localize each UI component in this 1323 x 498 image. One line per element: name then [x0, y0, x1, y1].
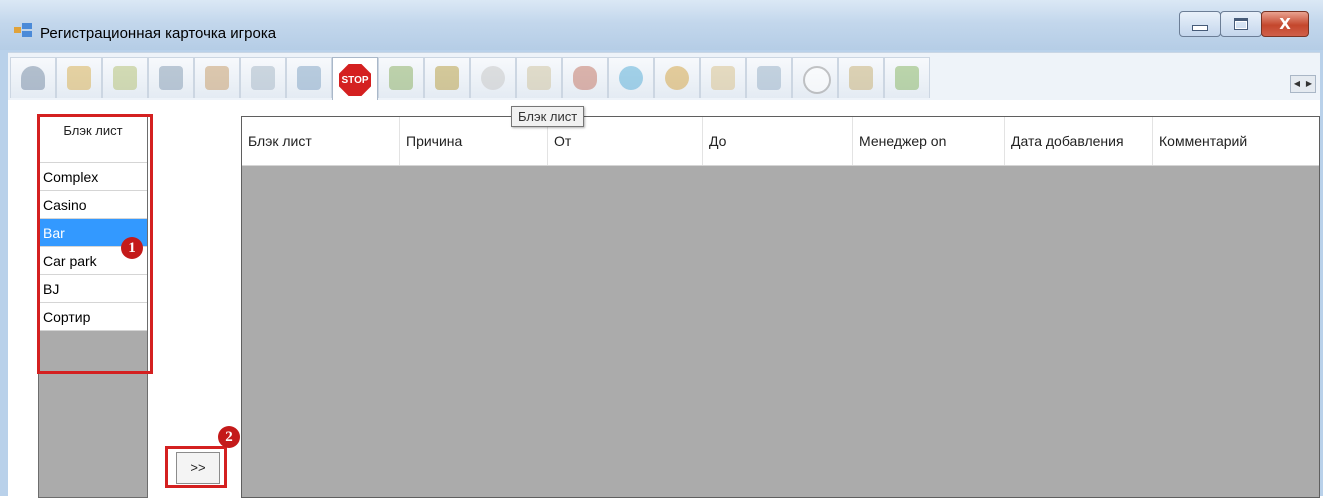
- highlight-box: [165, 446, 227, 488]
- lock-icon: [67, 66, 91, 90]
- column-header[interactable]: До: [703, 117, 853, 165]
- tab-blacklist[interactable]: STOP: [332, 57, 378, 100]
- title-bar[interactable]: Регистрационная карточка игрока X: [0, 0, 1323, 50]
- close-button[interactable]: X: [1261, 11, 1309, 37]
- card-icon: [159, 66, 183, 90]
- tab-document[interactable]: [194, 57, 240, 98]
- folder-icon: [251, 66, 275, 90]
- tab-more[interactable]: [884, 57, 930, 98]
- app-window-icon: [14, 23, 32, 37]
- calculator-icon: [619, 66, 643, 90]
- tab-clock[interactable]: [792, 57, 838, 98]
- step-badge: 2: [218, 426, 240, 448]
- pen-icon: [527, 66, 551, 90]
- tab-cigar[interactable]: [562, 57, 608, 98]
- document-icon: [205, 66, 229, 90]
- tab-chart[interactable]: [424, 57, 470, 98]
- column-header[interactable]: Дата добавления: [1005, 117, 1153, 165]
- tab-burger[interactable]: [654, 57, 700, 98]
- blacklist-grid[interactable]: Блэк лист Причина От До Менеджер on Дата…: [241, 116, 1320, 498]
- trophy-icon: [849, 66, 873, 90]
- tab-folder[interactable]: [240, 57, 286, 98]
- bag-icon: [711, 66, 735, 90]
- tab-lock[interactable]: [56, 57, 102, 98]
- step-badge: 1: [121, 237, 143, 259]
- tab-user[interactable]: [10, 57, 56, 98]
- app-window: Регистрационная карточка игрока X STOP ◀: [0, 0, 1323, 498]
- close-icon: X: [1279, 15, 1291, 33]
- column-header[interactable]: Блэк лист: [242, 117, 400, 165]
- files-icon: [757, 66, 781, 90]
- tab-bag[interactable]: [700, 57, 746, 98]
- maximize-icon: [1234, 18, 1248, 30]
- minimize-icon: [1192, 25, 1208, 31]
- scroll-left-icon[interactable]: ◀: [1291, 76, 1303, 92]
- tab-files[interactable]: [746, 57, 792, 98]
- column-header[interactable]: Комментарий: [1153, 117, 1319, 165]
- tab-people[interactable]: [378, 57, 424, 98]
- tab-chip[interactable]: [286, 57, 332, 98]
- tooltip: Блэк лист: [511, 106, 585, 127]
- user-icon: [21, 66, 45, 90]
- scroll-right-icon[interactable]: ▶: [1303, 76, 1315, 92]
- tab-card[interactable]: [148, 57, 194, 98]
- more-icon: [895, 66, 919, 90]
- window-title: Регистрационная карточка игрока: [40, 25, 277, 42]
- map-icon: [113, 66, 137, 90]
- toolbar: STOP ◀ ▶: [8, 52, 1320, 101]
- tab-trophy[interactable]: [838, 57, 884, 98]
- clock-icon: [803, 66, 831, 94]
- grid-header: Блэк лист Причина От До Менеджер on Дата…: [242, 117, 1319, 166]
- cigar-icon: [573, 66, 597, 90]
- minimize-button[interactable]: [1179, 11, 1221, 37]
- chip-icon: [297, 66, 321, 90]
- maximize-button[interactable]: [1220, 11, 1262, 37]
- stop-icon: STOP: [339, 64, 371, 96]
- burger-icon: [665, 66, 689, 90]
- tab-map[interactable]: [102, 57, 148, 98]
- column-header[interactable]: Менеджер on: [853, 117, 1005, 165]
- tab-coin[interactable]: [470, 57, 516, 98]
- tab-scroll-buttons[interactable]: ◀ ▶: [1290, 75, 1316, 93]
- coin-icon: [481, 66, 505, 90]
- tab-pen[interactable]: [516, 57, 562, 98]
- content-area: Блэк лист Complex Casino Bar Car park BJ…: [8, 100, 1320, 498]
- people-icon: [389, 66, 413, 90]
- tab-calculator[interactable]: [608, 57, 654, 98]
- chart-icon: [435, 66, 459, 90]
